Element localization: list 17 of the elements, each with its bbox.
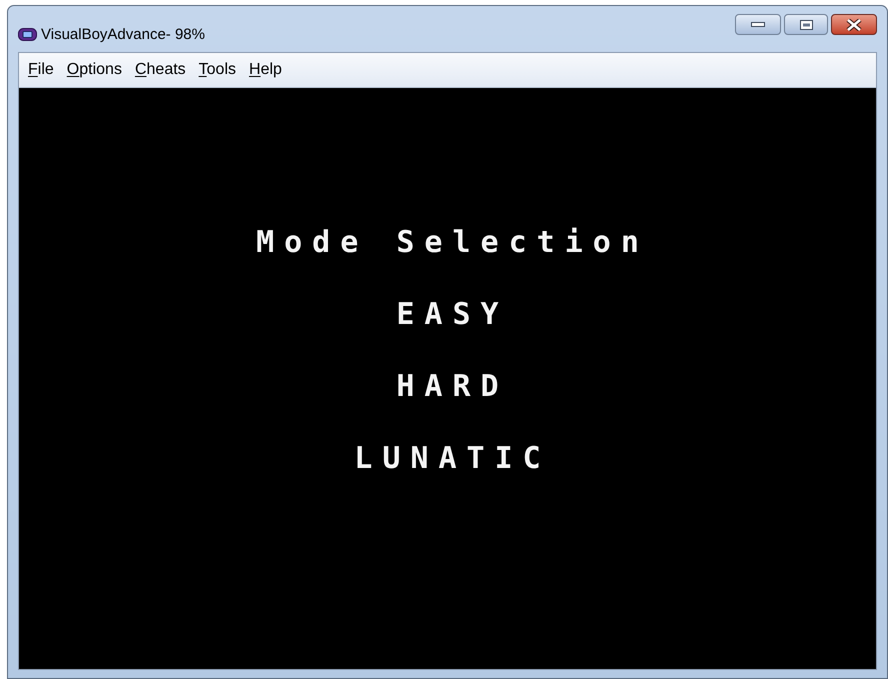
- menu-item[interactable]: Options: [60, 60, 128, 80]
- close-icon: [846, 18, 862, 30]
- game-heading: Mode Selection: [255, 226, 649, 260]
- window-title: VisualBoyAdvance- 98%: [41, 27, 205, 42]
- minimize-button[interactable]: [735, 14, 781, 35]
- minimize-icon: [751, 22, 765, 27]
- menu-item[interactable]: Help: [243, 60, 288, 80]
- mode-option: HARD: [386, 370, 509, 404]
- menu-item[interactable]: Cheats: [128, 60, 192, 80]
- close-button[interactable]: [831, 14, 877, 35]
- mode-option: LUNATIC: [344, 442, 551, 476]
- maximize-button[interactable]: [784, 14, 828, 35]
- mode-option: EASY: [386, 298, 509, 332]
- maximize-icon: [800, 20, 812, 30]
- gamepad-icon: [18, 28, 37, 41]
- menu-item[interactable]: File: [22, 60, 60, 80]
- menu-item[interactable]: Tools: [192, 60, 242, 80]
